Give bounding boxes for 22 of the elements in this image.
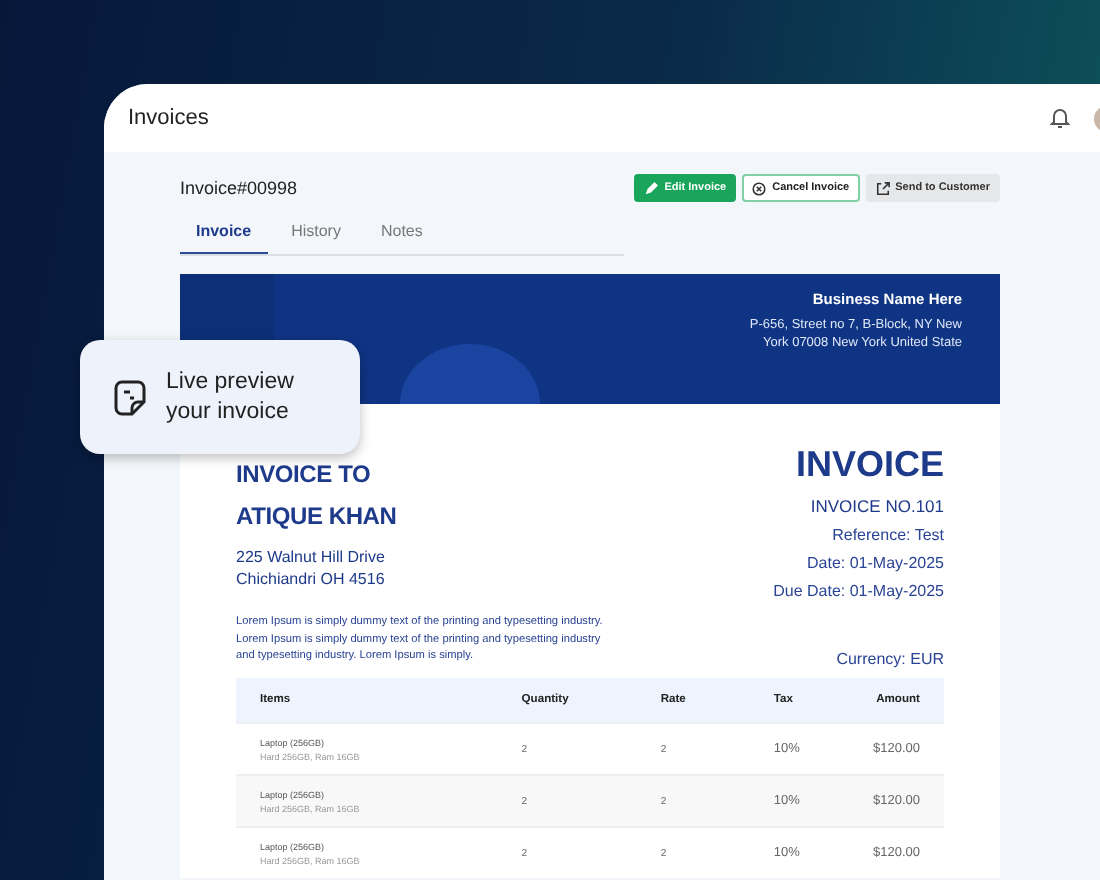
invoice-detail: Reference: Test	[830, 526, 944, 544]
invoice-title: INVOICE	[793, 444, 944, 486]
invoice-no: INVOICE NO.101	[808, 496, 944, 516]
tab[interactable]: Notes	[364, 212, 439, 254]
callout-text: Live preview your invoice	[166, 367, 296, 427]
share-icon	[875, 181, 890, 195]
tab[interactable]: Invoice	[180, 212, 268, 254]
app-title: Invoices	[128, 106, 209, 130]
faint-pie-drawing	[400, 344, 540, 404]
invoice-detail: Date: 01-May-2025	[805, 554, 944, 572]
bill-to-heading: INVOICE TO	[236, 460, 373, 488]
pencil-icon	[644, 181, 659, 195]
currency-text: Currency: EUR	[834, 650, 944, 668]
address-line: Chichiandri OH 4516	[236, 568, 387, 590]
customer-name: ATIQUE KHAN	[236, 502, 399, 530]
cancel-icon	[752, 181, 767, 195]
tab[interactable]: History	[275, 212, 357, 254]
address-line: 225 Walnut Hill Drive	[236, 546, 387, 568]
invoice-detail: Due Date: 01-May-2025	[773, 582, 944, 600]
invoice-number: Invoice#00998	[180, 178, 298, 198]
document-icon	[114, 379, 146, 415]
bell-icon[interactable]	[1050, 106, 1070, 130]
